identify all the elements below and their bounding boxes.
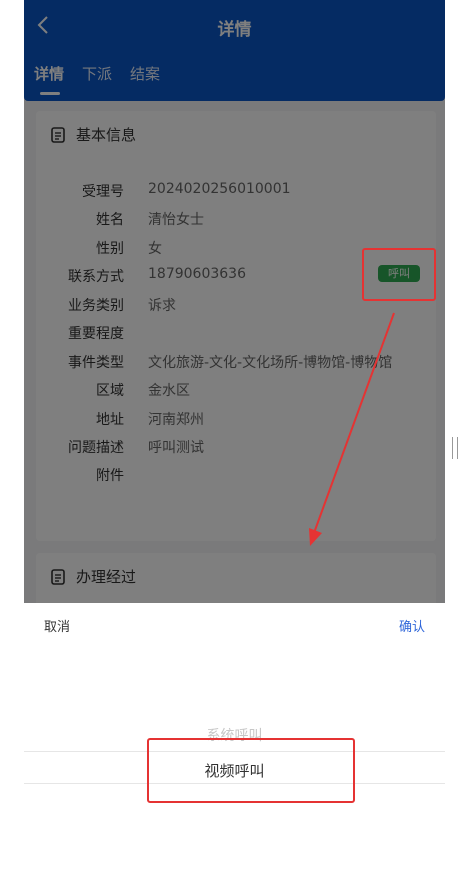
modal-overlay[interactable]: [24, 0, 445, 603]
picker-cancel-button[interactable]: 取消: [44, 616, 70, 635]
annotation-box-call: [362, 248, 436, 301]
picker-confirm-button[interactable]: 确认: [399, 616, 425, 635]
annotation-box-video-call: [147, 738, 355, 803]
scrollbar-handle[interactable]: [452, 437, 458, 459]
